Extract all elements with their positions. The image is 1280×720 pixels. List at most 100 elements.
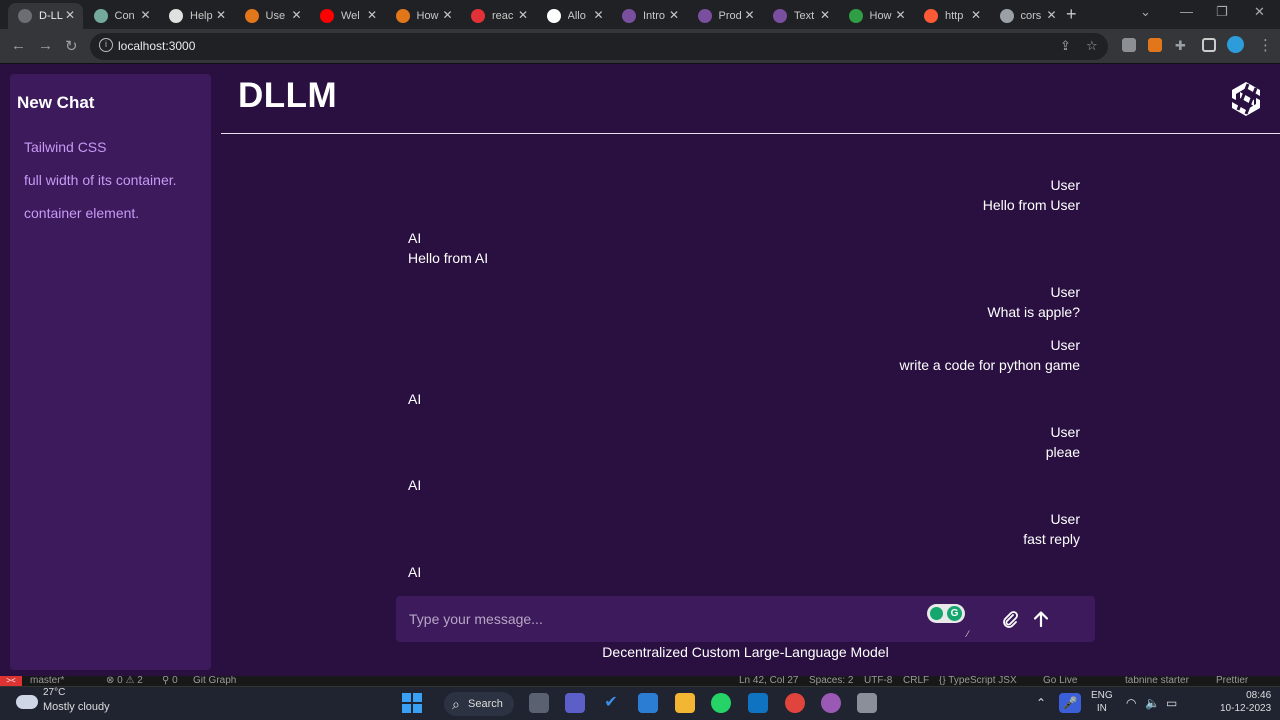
- tab-close-icon[interactable]: ✕: [140, 8, 150, 22]
- extension-icon[interactable]: [1122, 38, 1136, 52]
- tab-close-icon[interactable]: ✕: [971, 8, 981, 22]
- reload-icon[interactable]: ↻: [65, 37, 78, 55]
- grammarly-badge[interactable]: G: [927, 604, 965, 623]
- app-icon[interactable]: [857, 693, 877, 713]
- tab-close-icon[interactable]: ✕: [518, 8, 528, 22]
- tab-close-icon[interactable]: ✕: [1046, 8, 1056, 22]
- chrome-icon[interactable]: [785, 693, 805, 713]
- message-sender: User: [1050, 511, 1080, 527]
- ai-message: AI: [408, 475, 421, 495]
- side-panel-icon[interactable]: [1202, 38, 1216, 52]
- ports-count[interactable]: ⚲ 0: [162, 676, 178, 686]
- git-branch[interactable]: master*: [30, 676, 64, 686]
- history-item[interactable]: Tailwind CSS: [24, 139, 106, 155]
- vscode-icon[interactable]: [748, 693, 768, 713]
- taskbar-search[interactable]: Search: [444, 692, 514, 716]
- message-text: What is apple?: [987, 304, 1080, 320]
- sidebar: New Chat Tailwind CSS full width of its …: [10, 74, 211, 670]
- tab-close-icon[interactable]: ✕: [895, 8, 905, 22]
- tab-close-icon[interactable]: ✕: [216, 8, 226, 22]
- tabnine-status[interactable]: tabnine starter: [1125, 676, 1189, 686]
- wifi-icon[interactable]: ◠: [1126, 696, 1136, 710]
- metamask-icon[interactable]: [1148, 38, 1162, 52]
- history-item[interactable]: container element.: [24, 205, 139, 221]
- tab-close-icon[interactable]: ✕: [820, 8, 830, 22]
- tab-favicon-icon: [924, 9, 938, 23]
- message-input[interactable]: [396, 596, 956, 642]
- clock[interactable]: 08:46 10-12-2023: [1220, 689, 1271, 715]
- attach-file-icon[interactable]: [1001, 610, 1019, 628]
- tab-close-icon[interactable]: ✕: [442, 8, 452, 22]
- weather-cloud-icon[interactable]: [16, 695, 38, 709]
- maximize-button[interactable]: ❐: [1216, 4, 1228, 20]
- weather-description[interactable]: Mostly cloudy: [43, 701, 110, 713]
- browser-tab[interactable]: Intro ✕: [612, 3, 687, 29]
- resize-handle-icon[interactable]: ⁄: [967, 629, 969, 639]
- site-info-icon[interactable]: i: [99, 38, 113, 52]
- browser-tab[interactable]: How ✕: [839, 3, 914, 29]
- history-item[interactable]: full width of its container.: [24, 172, 177, 188]
- new-chat-button[interactable]: New Chat: [17, 93, 94, 113]
- volume-icon[interactable]: 🔈: [1145, 696, 1160, 710]
- tab-close-icon[interactable]: ✕: [669, 8, 679, 22]
- browser-menu-icon[interactable]: ⋮: [1258, 36, 1273, 54]
- browser-tab[interactable]: Use ✕: [235, 3, 310, 29]
- line-ending[interactable]: CRLF: [903, 676, 929, 686]
- tab-close-icon[interactable]: ✕: [65, 8, 75, 22]
- problems-count[interactable]: ⊗ 0 ⚠ 2: [106, 676, 143, 686]
- tab-close-icon[interactable]: ✕: [593, 8, 603, 22]
- browser-tab[interactable]: How ✕: [386, 3, 461, 29]
- remote-icon[interactable]: ><: [0, 676, 22, 686]
- teams-icon[interactable]: [565, 693, 585, 713]
- tab-close-icon[interactable]: ✕: [291, 8, 301, 22]
- browser-tab[interactable]: Wel ✕: [310, 3, 385, 29]
- language-indicator[interactable]: ENG IN: [1091, 689, 1113, 715]
- language-mode[interactable]: {} TypeScript JSX: [939, 676, 1017, 686]
- prettier-status[interactable]: Prettier: [1216, 676, 1248, 686]
- browser-tab[interactable]: Help ✕: [159, 3, 234, 29]
- tab-close-icon[interactable]: ✕: [744, 8, 754, 22]
- browser-tab[interactable]: http ✕: [914, 3, 989, 29]
- new-tab-button[interactable]: +: [1066, 4, 1077, 25]
- go-live[interactable]: Go Live: [1043, 676, 1077, 686]
- indent-spaces[interactable]: Spaces: 2: [809, 676, 853, 686]
- browser-tab[interactable]: D-LL ✕: [8, 3, 83, 29]
- tray-chevron-icon[interactable]: ⌃: [1036, 696, 1046, 710]
- browser-tab[interactable]: Prod ✕: [688, 3, 763, 29]
- browser-tab[interactable]: Allo ✕: [537, 3, 612, 29]
- browser-tab[interactable]: Text ✕: [763, 3, 838, 29]
- file-explorer-icon[interactable]: [675, 693, 695, 713]
- microphone-icon[interactable]: 🎤: [1059, 693, 1081, 713]
- cursor-position[interactable]: Ln 42, Col 27: [739, 676, 799, 686]
- minimize-button[interactable]: —: [1180, 4, 1193, 19]
- github-desktop-icon[interactable]: [821, 693, 841, 713]
- todo-check-icon[interactable]: ✔: [601, 693, 621, 713]
- tab-title: Use: [265, 10, 286, 22]
- share-icon[interactable]: ⇪: [1060, 38, 1071, 54]
- tab-search-icon[interactable]: ⌄: [1140, 4, 1151, 20]
- forward-icon[interactable]: →: [38, 37, 53, 54]
- close-window-button[interactable]: ✕: [1254, 4, 1265, 20]
- bookmark-star-icon[interactable]: ☆: [1086, 38, 1098, 54]
- user-message: User write a code for python game: [899, 335, 1080, 375]
- whatsapp-icon[interactable]: [711, 693, 731, 713]
- task-view-icon[interactable]: [529, 693, 549, 713]
- tab-title: Wel: [341, 10, 360, 22]
- extensions-puzzle-icon[interactable]: ✚: [1175, 38, 1186, 54]
- clock-date: 10-12-2023: [1220, 703, 1272, 714]
- message-sender: User: [1050, 337, 1080, 353]
- back-icon[interactable]: ←: [11, 37, 26, 54]
- browser-tab[interactable]: reac ✕: [461, 3, 536, 29]
- git-graph[interactable]: Git Graph: [193, 676, 236, 686]
- browser-tab[interactable]: cors ✕: [990, 3, 1065, 29]
- file-encoding[interactable]: UTF-8: [864, 676, 892, 686]
- send-arrow-icon[interactable]: [1032, 610, 1050, 628]
- windows-start-icon[interactable]: [402, 693, 422, 713]
- profile-avatar[interactable]: [1227, 36, 1244, 53]
- weather-temperature[interactable]: 27°C: [43, 687, 65, 698]
- battery-icon[interactable]: ▭: [1166, 696, 1177, 710]
- tab-close-icon[interactable]: ✕: [367, 8, 377, 22]
- address-bar[interactable]: i localhost:3000 ⇪ ☆: [90, 33, 1108, 60]
- browser-tab[interactable]: Con ✕: [84, 3, 159, 29]
- mail-icon[interactable]: [638, 693, 658, 713]
